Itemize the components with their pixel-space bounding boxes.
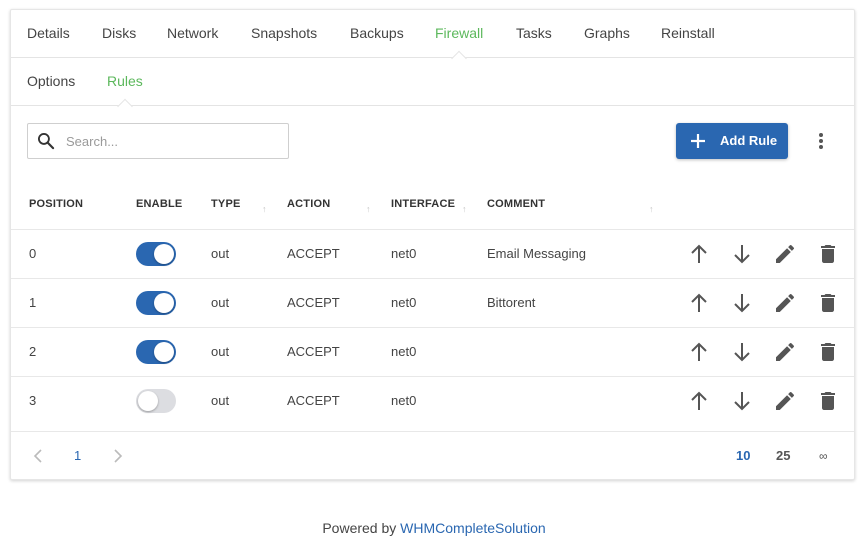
arrow-down-icon[interactable] — [730, 242, 754, 266]
search-icon — [38, 133, 55, 150]
header-type[interactable]: TYPE — [211, 198, 241, 210]
add-rule-button[interactable]: Add Rule — [676, 123, 788, 159]
cell-type: out — [211, 246, 230, 261]
trash-icon[interactable] — [816, 389, 840, 413]
trash-icon[interactable] — [816, 340, 840, 364]
pencil-icon[interactable] — [773, 291, 797, 315]
enable-toggle[interactable] — [136, 340, 176, 364]
arrow-down-icon[interactable] — [730, 291, 754, 315]
tab-details[interactable]: Details — [27, 10, 70, 58]
cell-type: out — [211, 295, 230, 310]
search-input[interactable] — [66, 124, 286, 158]
tab-firewall[interactable]: Firewall — [435, 10, 483, 58]
pencil-icon[interactable] — [773, 389, 797, 413]
tab-backups[interactable]: Backups — [350, 10, 404, 58]
cell-interface: net0 — [391, 393, 417, 408]
powered-by-footer: Powered by WHMCompleteSolution — [0, 520, 868, 536]
arrow-down-icon[interactable] — [730, 340, 754, 364]
sub-tabs: Options Rules — [11, 58, 854, 106]
cell-comment: Bittorent — [487, 295, 536, 310]
table-row: 3 out ACCEPT net0 — [11, 376, 854, 425]
header-action[interactable]: ACTION — [287, 198, 330, 210]
arrow-up-icon[interactable] — [687, 291, 711, 315]
cell-action: ACCEPT — [287, 246, 340, 261]
cell-action: ACCEPT — [287, 295, 340, 310]
cell-type: out — [211, 344, 230, 359]
arrow-up-icon[interactable] — [687, 242, 711, 266]
pencil-icon[interactable] — [773, 242, 797, 266]
sort-arrow-icon[interactable]: ↑ — [462, 204, 467, 214]
cell-action: ACCEPT — [287, 393, 340, 408]
tab-reinstall[interactable]: Reinstall — [661, 10, 715, 58]
cell-interface: net0 — [391, 295, 417, 310]
cell-comment: Email Messaging — [487, 246, 586, 261]
arrow-up-icon[interactable] — [687, 389, 711, 413]
firewall-card: Details Disks Network Snapshots Backups … — [10, 9, 855, 480]
header-enable[interactable]: ENABLE — [136, 198, 182, 210]
cell-position: 0 — [29, 246, 37, 261]
per-page-10[interactable]: 10 — [736, 432, 750, 479]
cell-position: 1 — [29, 295, 37, 310]
tab-tasks[interactable]: Tasks — [516, 10, 552, 58]
per-page-25[interactable]: 25 — [776, 432, 790, 479]
search-box — [27, 123, 289, 159]
enable-toggle[interactable] — [136, 242, 176, 266]
table-row: 2 out ACCEPT net0 — [11, 327, 854, 376]
sort-arrow-icon[interactable]: ↑ — [649, 204, 654, 214]
enable-toggle[interactable] — [136, 291, 176, 315]
header-comment[interactable]: COMMENT — [487, 198, 545, 210]
sort-arrow-icon[interactable]: ↑ — [262, 204, 267, 214]
chevron-right-icon[interactable] — [109, 448, 125, 464]
cell-position: 2 — [29, 344, 37, 359]
powered-by-text: Powered by — [322, 520, 397, 536]
header-interface[interactable]: INTERFACE — [391, 198, 455, 210]
arrow-down-icon[interactable] — [730, 389, 754, 413]
whmcs-link[interactable]: WHMCompleteSolution — [400, 520, 546, 536]
cell-interface: net0 — [391, 246, 417, 261]
tab-graphs[interactable]: Graphs — [584, 10, 630, 58]
chevron-left-icon[interactable] — [31, 448, 47, 464]
subtab-rules[interactable]: Rules — [107, 58, 143, 106]
cell-position: 3 — [29, 393, 37, 408]
main-tabs: Details Disks Network Snapshots Backups … — [11, 10, 854, 58]
trash-icon[interactable] — [816, 242, 840, 266]
per-page-all[interactable]: ∞ — [819, 432, 828, 479]
pencil-icon[interactable] — [773, 340, 797, 364]
table-row: 1 out ACCEPT net0 Bittorent — [11, 278, 854, 327]
subtab-options[interactable]: Options — [27, 58, 75, 106]
header-position[interactable]: POSITION — [29, 198, 83, 210]
page-number[interactable]: 1 — [74, 432, 81, 479]
table-row: 0 out ACCEPT net0 Email Messaging — [11, 229, 854, 278]
trash-icon[interactable] — [816, 291, 840, 315]
add-rule-label: Add Rule — [720, 133, 778, 148]
arrow-up-icon[interactable] — [687, 340, 711, 364]
sort-arrow-icon[interactable]: ↑ — [366, 204, 371, 214]
tab-snapshots[interactable]: Snapshots — [251, 10, 317, 58]
cell-interface: net0 — [391, 344, 417, 359]
enable-toggle[interactable] — [136, 389, 176, 413]
cell-action: ACCEPT — [287, 344, 340, 359]
pagination-bar: 1 10 25 ∞ — [11, 431, 854, 479]
plus-icon — [691, 134, 705, 148]
tab-network[interactable]: Network — [167, 10, 218, 58]
tab-disks[interactable]: Disks — [102, 10, 136, 58]
cell-type: out — [211, 393, 230, 408]
more-options-icon[interactable] — [811, 130, 831, 152]
